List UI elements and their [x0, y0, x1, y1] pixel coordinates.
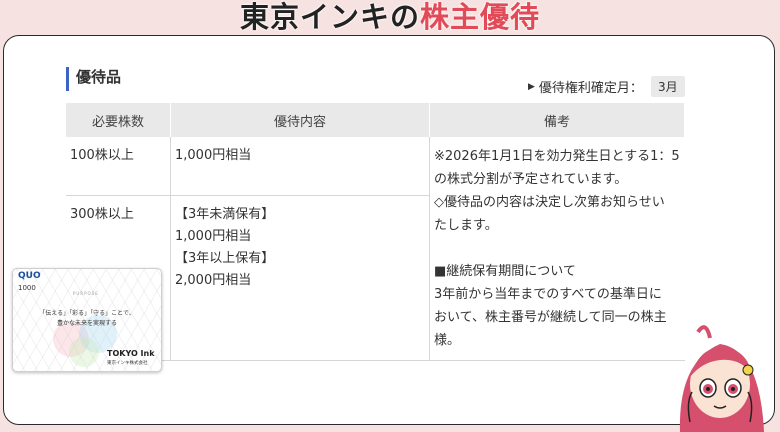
triangle-icon: ▶ — [528, 81, 535, 92]
record-month-label: 優待権利確定月： — [538, 81, 643, 96]
record-month-badge: 3月 — [650, 76, 685, 97]
card-tagline-line: 豊かな未来を実現する — [56, 320, 117, 327]
card-company: 東京インキ株式会社 — [107, 361, 148, 366]
note-line: ◇優待品の内容は決定し次第お知らせい — [434, 195, 665, 210]
content-line: 1,000円相当 — [175, 148, 252, 163]
card-purpose: PURPOSE — [73, 291, 99, 296]
quo-logo: QUO — [18, 271, 41, 281]
quo-amount: 1000 — [18, 284, 36, 292]
cell-content: 1,000円相当 — [170, 137, 430, 197]
note-line: ※2026年1月1日を効力発生日とする1：5 — [434, 149, 680, 164]
section-title: 優待品 — [76, 68, 122, 86]
note-line: たします。 — [434, 218, 498, 233]
section-accent-bar — [66, 67, 69, 91]
quo-card-image: QUO 1000 PURPOSE 「伝える」「彩る」「守る」ことで、 豊かな未来… — [12, 268, 162, 372]
note-line: 様。 — [434, 333, 461, 348]
table-row: 100株以上 1,000円相当 ※2026年1月1日を効力発生日とする1：5 の… — [66, 137, 685, 361]
record-month: ▶ 優待権利確定月： 3月 — [528, 76, 685, 97]
headline-company: 東京インキの — [239, 0, 420, 34]
header-content: 優待内容 — [170, 103, 430, 137]
headline: 東京インキの株主優待 — [0, 0, 780, 36]
card-brand: TOKYO Ink — [107, 349, 155, 358]
content-line: 2,000円相当 — [175, 273, 252, 289]
card-tagline-line: 「伝える」「彩る」「守る」ことで、 — [39, 310, 135, 317]
card-tagline: 「伝える」「彩る」「守る」ことで、 豊かな未来を実現する — [13, 309, 161, 329]
note-line: の株式分割が予定されています。 — [434, 172, 628, 187]
note-line: おいて、株主番号が継続して同一の株主 — [434, 310, 667, 325]
cell-shares: 100株以上 — [66, 137, 171, 197]
note-line: 3年前から当年までのすべての基準日に — [434, 287, 662, 302]
mascot-illustration — [679, 325, 764, 432]
cell-notes: ※2026年1月1日を効力発生日とする1：5 の株式分割が予定されています。 ◇… — [429, 137, 685, 361]
header-shares: 必要株数 — [66, 103, 171, 137]
headline-benefit: 株主優待 — [420, 0, 541, 34]
note-line: ■継続保有期間について — [434, 264, 576, 279]
header-notes: 備考 — [429, 103, 685, 137]
content-line: 【3年未満保有】 — [175, 207, 275, 223]
content-line: 1,000円相当 — [175, 229, 252, 245]
table-header-row: 必要株数 優待内容 備考 — [66, 103, 685, 137]
cell-content: 【3年未満保有】 1,000円相当 【3年以上保有】 2,000円相当 — [170, 195, 430, 361]
content-line: 【3年以上保有】 — [175, 251, 275, 267]
note-spacer — [434, 237, 681, 260]
